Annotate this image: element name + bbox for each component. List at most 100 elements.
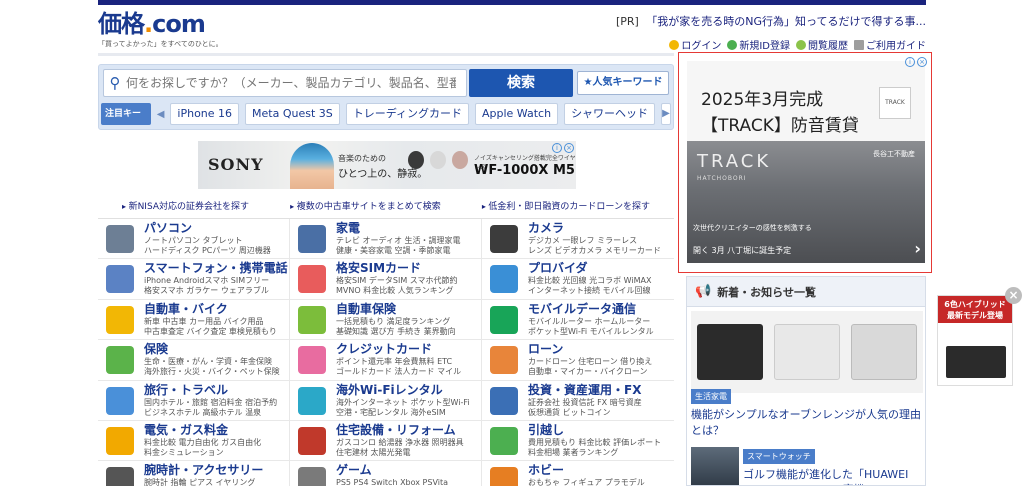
category-item[interactable]: 住宅設備・リフォーム ガスコンロ 給湯器 浄水器 照明器具 住宅建材 太陽光発電 (290, 420, 482, 462)
category-item[interactable]: 投資・資産運用・FX 証券会社 投資信託 FX 暗号資産 仮想通貨 ビットコイン (482, 381, 674, 421)
category-title[interactable]: 保険 (144, 342, 289, 357)
category-item[interactable]: 家電 テレビ オーディオ 生活・調理家電 健康・美容家電 空調・季節家電 (290, 219, 482, 260)
category-sub-links[interactable]: 住宅建材 太陽光発電 (336, 448, 481, 458)
category-title[interactable]: カメラ (528, 221, 674, 236)
category-sub-links[interactable]: 中古車査定 バイク査定 車検見積もり (144, 327, 289, 337)
category-title[interactable]: 腕時計・アクセサリー (144, 463, 289, 478)
guide-link[interactable]: ご利用ガイド (854, 37, 926, 52)
category-item[interactable]: 自動車保険 一括見積もり 満足度ランキング 基礎知識 選び方 手続き 業界動向 (290, 299, 482, 341)
category-sub-links[interactable]: レンズ ビデオカメラ メモリーカード (528, 246, 674, 256)
category-title[interactable]: 電気・ガス料金 (144, 423, 289, 438)
category-title[interactable]: 自動車・バイク (144, 302, 289, 317)
category-item[interactable]: プロバイダ 料金比較 光回線 光コラボ WiMAX インターネット接続 モバイル回線 (482, 259, 674, 300)
category-sub-links[interactable]: 費用見積もり 料金比較 評価レポート (528, 438, 674, 448)
category-sub-links[interactable]: 一括見積もり 満足度ランキング (336, 317, 481, 327)
category-title[interactable]: パソコン (144, 221, 289, 236)
right-ad[interactable]: 2025年3月完成 【TRACK】防音賃貸 TRACK TRACK HATCHO… (678, 52, 932, 273)
category-title[interactable]: ローン (528, 342, 674, 357)
category-sub-links[interactable]: ビジネスホテル 高級ホテル 温泉 (144, 408, 289, 418)
category-sub-links[interactable]: 空港・宅配レンタル 海外eSIM (336, 408, 481, 418)
keyword-chip[interactable]: Meta Quest 3S (245, 103, 340, 125)
news-image-watch[interactable] (691, 447, 739, 485)
pr-link[interactable]: 「我が家を売る時のNG行為」知ってるだけで得する事... (646, 15, 926, 28)
category-sub-links[interactable]: 腕時計 指輪 ピアス イヤリング (144, 478, 289, 486)
ad-choices[interactable]: i × (905, 57, 927, 67)
category-sub-links[interactable]: ノートパソコン タブレット (144, 236, 289, 246)
news-title[interactable]: ゴルフ機能が進化した「HUAWEI WATCH GT 5 Pro」実機 (743, 467, 923, 485)
category-item[interactable]: モバイルデータ通信 モバイルルーター ホームルーター ポケット型Wi-Fi モバイル… (482, 300, 674, 341)
category-title[interactable]: プロバイダ (528, 261, 674, 276)
category-sub-links[interactable]: PS5 PS4 Switch Xbox PSVita (336, 478, 481, 486)
news-title[interactable]: 機能がシンプルなオーブンレンジが人気の理由とは？ (691, 407, 921, 439)
close-icon[interactable]: × (1005, 287, 1022, 304)
category-sub-links[interactable]: 海外旅行・火災・バイク・ペット保険 (144, 367, 289, 377)
category-item[interactable]: カメラ デジカメ 一眼レフ ミラーレス レンズ ビデオカメラ メモリーカード (482, 219, 674, 260)
category-sub-links[interactable]: ガスコンロ 給湯器 浄水器 照明器具 (336, 438, 481, 448)
category-title[interactable]: 投資・資産運用・FX (528, 383, 674, 398)
category-title[interactable]: 旅行・トラベル (144, 383, 289, 398)
category-sub-links[interactable]: 格安SIM データSIM スマホ代節約 (336, 276, 481, 286)
banner-ad[interactable]: SONY 音楽のための ひとつ上の、静寂。 ノイズキャンセリング搭載完全ワイヤレ… (198, 141, 576, 189)
history-link[interactable]: 閲覧履歴 (796, 37, 848, 52)
category-item[interactable]: 旅行・トラベル 国内ホテル・旅館 宿泊料金 宿泊予約 ビジネスホテル 高級ホテル 温… (98, 380, 290, 421)
keyword-chip[interactable]: Apple Watch (475, 103, 559, 125)
keyword-chip[interactable]: シャワーヘッド (564, 103, 656, 125)
category-sub-links[interactable]: ハードディスク PCパーツ 周辺機器 (144, 246, 289, 256)
category-item[interactable]: ゲーム PS5 PS4 Switch Xbox PSVita (290, 461, 482, 486)
category-item[interactable]: 電気・ガス料金 料金比較 電力自由化 ガス自由化 料金シミュレーション (98, 420, 290, 462)
search-box[interactable]: ⚲ (103, 69, 467, 97)
category-title[interactable]: 海外Wi-Fiレンタル (336, 383, 481, 398)
category-sub-links[interactable]: iPhone Androidスマホ SIMフリー (144, 276, 289, 286)
category-sub-links[interactable]: 基礎知識 選び方 手続き 業界動向 (336, 327, 481, 337)
category-item[interactable]: ホビー おもちゃ フィギュア プラモデル (482, 461, 674, 486)
search-input[interactable] (126, 76, 456, 90)
category-sub-links[interactable]: 料金シミュレーション (144, 448, 289, 458)
category-sub-links[interactable]: カードローン 住宅ローン 借り換え (528, 357, 674, 367)
category-sub-links[interactable]: 生命・医療・がん・学資・年金保険 (144, 357, 289, 367)
keyword-chip[interactable]: トレーディングカード (345, 103, 469, 125)
floating-ad[interactable]: 6色ハイブリッド 最新モデル登場 (937, 295, 1013, 386)
category-sub-links[interactable]: 自動車・マイカー・バイクローン (528, 367, 674, 377)
category-title[interactable]: 引越し (528, 423, 674, 438)
register-link[interactable]: 新規ID登録 (727, 37, 790, 52)
category-sub-links[interactable]: 新車 中古車 カー用品 バイク用品 (144, 317, 289, 327)
promo-link[interactable]: 複数の中古車サイトをまとめて検索 (290, 199, 441, 212)
category-title[interactable]: ゲーム (336, 463, 481, 478)
category-item[interactable]: 海外Wi-Fiレンタル 海外インターネット ポケット型Wi-Fi 空港・宅配レンタル… (290, 380, 482, 421)
category-title[interactable]: 格安SIMカード (336, 261, 481, 276)
category-item[interactable]: クレジットカード ポイント還元率 年会費無料 ETC ゴールドカード 法人カード マ… (290, 340, 482, 381)
chevron-right-icon[interactable]: ▶ (661, 103, 671, 125)
category-item[interactable]: 格安SIMカード 格安SIM データSIM スマホ代節約 MVNO 料金比較 人気ラ… (290, 259, 482, 300)
popular-keywords-button[interactable]: ★人気キーワード (577, 71, 669, 95)
category-title[interactable]: ホビー (528, 463, 674, 478)
category-sub-links[interactable]: ポイント還元率 年会費無料 ETC (336, 357, 481, 367)
category-title[interactable]: スマートフォン・携帯電話 (144, 261, 289, 276)
category-sub-links[interactable]: 健康・美容家電 空調・季節家電 (336, 246, 481, 256)
category-sub-links[interactable]: 証券会社 投資信託 FX 暗号資産 (528, 398, 674, 408)
category-title[interactable]: 自動車保険 (336, 302, 481, 317)
category-sub-links[interactable]: インターネット接続 モバイル回線 (528, 286, 674, 296)
category-item[interactable]: スマートフォン・携帯電話 iPhone Androidスマホ SIMフリー 格安スマ… (98, 259, 290, 300)
category-sub-links[interactable]: 料金相場 業者ランキング (528, 448, 674, 458)
category-sub-links[interactable]: 料金比較 電力自由化 ガス自由化 (144, 438, 289, 448)
ad-choices[interactable]: i × (552, 143, 574, 153)
category-title[interactable]: モバイルデータ通信 (528, 302, 674, 317)
chevron-right-icon[interactable]: › (914, 239, 921, 258)
category-item[interactable]: 引越し 費用見積もり 料金比較 評価レポート 料金相場 業者ランキング (482, 421, 674, 462)
category-item[interactable]: 保険 生命・医療・がん・学資・年金保険 海外旅行・火災・バイク・ペット保険 (98, 340, 290, 381)
keyword-chip[interactable]: iPhone 16 (170, 103, 240, 125)
category-sub-links[interactable]: デジカメ 一眼レフ ミラーレス (528, 236, 674, 246)
category-item[interactable]: ローン カードローン 住宅ローン 借り換え 自動車・マイカー・バイクローン (482, 340, 674, 381)
search-button[interactable]: 検索 (469, 69, 573, 97)
category-sub-links[interactable]: 国内ホテル・旅館 宿泊料金 宿泊予約 (144, 398, 289, 408)
chevron-left-icon[interactable]: ◀ (157, 109, 165, 120)
category-title[interactable]: 家電 (336, 221, 481, 236)
category-sub-links[interactable]: 海外インターネット ポケット型Wi-Fi (336, 398, 481, 408)
category-sub-links[interactable]: 料金比較 光回線 光コラボ WiMAX (528, 276, 674, 286)
news-header[interactable]: 📢 新着・お知らせ一覧 (687, 277, 925, 307)
category-item[interactable]: 腕時計・アクセサリー 腕時計 指輪 ピアス イヤリング (98, 461, 290, 486)
promo-link[interactable]: 低金利・即日融資のカードローンを探す (482, 199, 650, 212)
category-item[interactable]: パソコン ノートパソコン タブレット ハードディスク PCパーツ 周辺機器 (98, 219, 290, 260)
category-item[interactable]: 自動車・バイク 新車 中古車 カー用品 バイク用品 中古車査定 バイク査定 車検見積… (98, 299, 290, 341)
category-sub-links[interactable]: テレビ オーディオ 生活・調理家電 (336, 236, 481, 246)
